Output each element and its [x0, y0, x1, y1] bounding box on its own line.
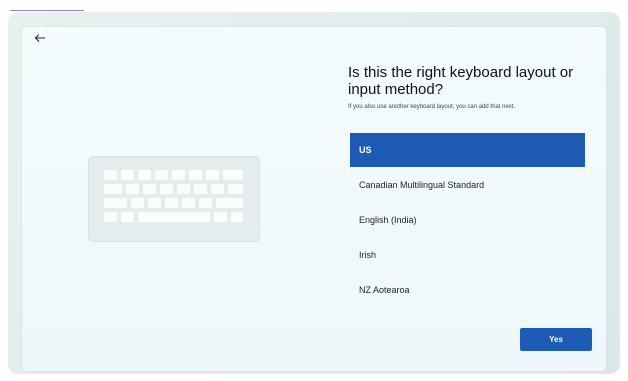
layout-option-irish[interactable]: Irish	[350, 238, 585, 272]
key	[121, 212, 134, 222]
key	[104, 198, 127, 208]
yes-button[interactable]: Yes	[520, 328, 592, 351]
layout-option-nz-aotearoa[interactable]: NZ Aotearoa	[350, 273, 585, 307]
key	[194, 184, 207, 194]
key	[189, 170, 202, 180]
key	[148, 198, 161, 208]
key	[138, 170, 151, 180]
key	[199, 198, 212, 208]
spacebar-key	[138, 212, 210, 222]
layout-option-canadian-multilingual[interactable]: Canadian Multilingual Standard	[350, 168, 585, 202]
key	[165, 198, 178, 208]
layout-option-label: NZ Aotearoa	[359, 285, 410, 295]
keyboard-layout-list: US Canadian Multilingual Standard Englis…	[350, 133, 585, 308]
page-subtitle: If you also use another keyboard layout,…	[348, 104, 516, 110]
key	[214, 212, 227, 222]
key	[172, 170, 185, 180]
key	[131, 198, 144, 208]
key	[177, 184, 190, 194]
key	[223, 170, 243, 180]
keyboard-illustration-icon	[88, 156, 260, 242]
key	[211, 184, 224, 194]
key	[155, 170, 168, 180]
page-title: Is this the right keyboard layout or inp…	[348, 64, 574, 98]
key	[104, 212, 117, 222]
layout-option-label: US	[359, 145, 372, 155]
layout-option-label: Canadian Multilingual Standard	[359, 180, 485, 190]
key	[160, 184, 173, 194]
key	[228, 184, 243, 194]
key	[216, 198, 243, 208]
layout-option-label: English (India)	[359, 215, 417, 225]
watermark-text: hqpe	[38, 24, 78, 41]
key	[182, 198, 195, 208]
layout-option-us[interactable]: US	[350, 133, 585, 167]
key	[104, 170, 117, 180]
layout-option-label: Irish	[359, 250, 377, 260]
key	[143, 184, 156, 194]
key	[126, 184, 139, 194]
key	[231, 212, 243, 222]
key	[206, 170, 219, 180]
top-divider	[10, 10, 84, 11]
key	[121, 170, 134, 180]
layout-option-english-india[interactable]: English (India)	[350, 203, 585, 237]
key	[104, 184, 122, 194]
